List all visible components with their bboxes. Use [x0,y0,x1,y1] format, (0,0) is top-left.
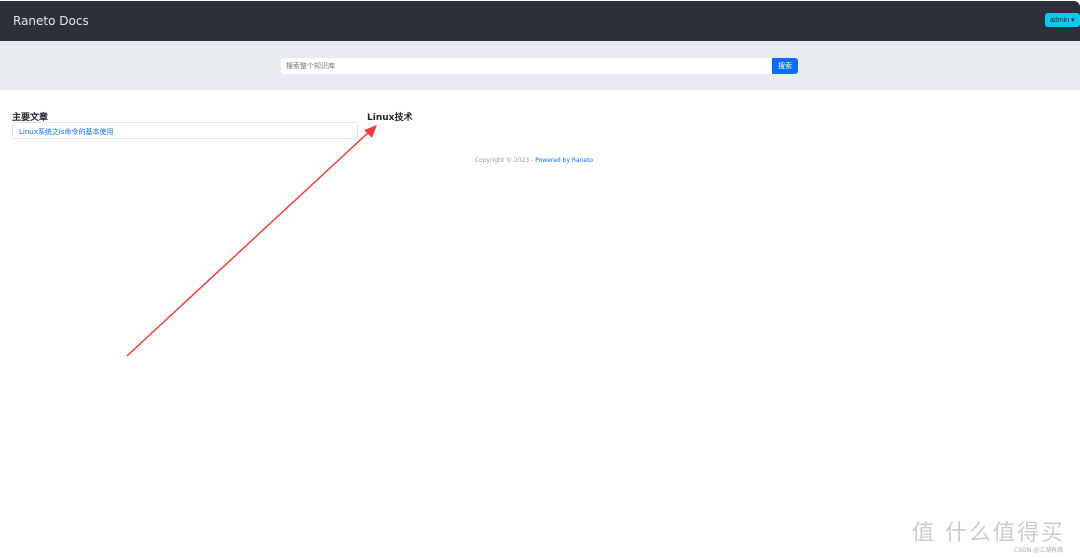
watermark-logo: 值 什么值得买 [912,521,1065,546]
watermark-credit: CSDN @江湖有缘 [1014,547,1064,554]
annotation-arrow [126,125,377,357]
